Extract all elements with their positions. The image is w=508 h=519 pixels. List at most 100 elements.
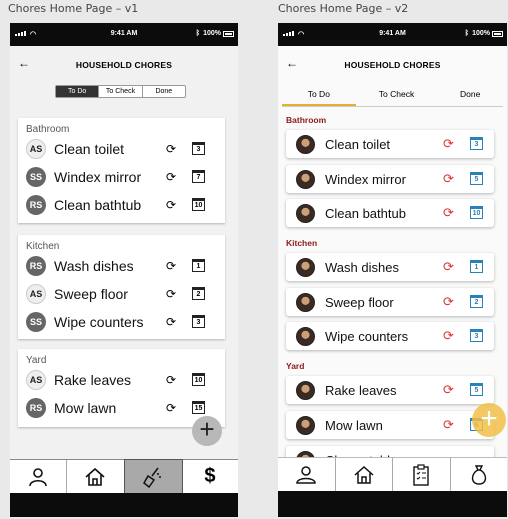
artboard-label-v2: Chores Home Page – v2 bbox=[278, 2, 409, 15]
calendar-icon[interactable]: 10 bbox=[192, 373, 205, 386]
chore-row[interactable]: RS Clean bathtub ⟳ 10 bbox=[18, 192, 225, 220]
segment-to-check[interactable]: To Check bbox=[99, 86, 143, 97]
clipboard-icon bbox=[413, 463, 429, 486]
repeat-icon[interactable]: ⟳ bbox=[166, 373, 176, 387]
nav-money[interactable] bbox=[451, 458, 508, 491]
repeat-icon[interactable]: ⟳ bbox=[166, 287, 176, 301]
calendar-icon[interactable]: 3 bbox=[470, 137, 483, 150]
add-chore-button[interactable]: + bbox=[472, 403, 506, 437]
chore-row[interactable]: RS Mow lawn ⟳ 15 bbox=[18, 395, 225, 423]
chore-row[interactable]: AS Rake leaves ⟳ 10 bbox=[18, 367, 225, 395]
nav-profile[interactable] bbox=[10, 460, 68, 493]
calendar-icon[interactable]: 3 bbox=[470, 329, 483, 342]
repeat-icon[interactable]: ⟳ bbox=[443, 294, 454, 310]
repeat-icon[interactable]: ⟳ bbox=[443, 259, 454, 275]
assignee-avatar: AS bbox=[26, 370, 46, 390]
repeat-icon[interactable]: ⟳ bbox=[166, 170, 176, 184]
segment-to-do[interactable]: To Do bbox=[56, 86, 100, 97]
chore-row[interactable]: SS Wipe counters ⟳ 3 bbox=[18, 309, 225, 337]
chore-name: Wash dishes bbox=[325, 260, 399, 275]
calendar-icon[interactable]: 1 bbox=[192, 259, 205, 272]
calendar-icon[interactable]: 7 bbox=[192, 170, 205, 183]
chore-card[interactable]: Windex mirror ⟳ 5 bbox=[286, 165, 494, 193]
chore-row[interactable]: AS Sweep floor ⟳ 2 bbox=[18, 281, 225, 309]
repeat-icon[interactable]: ⟳ bbox=[443, 171, 454, 187]
chore-card[interactable]: Clean bathtub ⟳ 10 bbox=[286, 199, 494, 227]
segment-done[interactable]: Done bbox=[143, 86, 185, 97]
calendar-icon[interactable]: 5 bbox=[470, 172, 483, 185]
calendar-icon[interactable]: 10 bbox=[192, 198, 205, 211]
repeat-icon[interactable]: ⟳ bbox=[443, 382, 454, 398]
add-chore-button[interactable]: + bbox=[192, 416, 222, 446]
repeat-icon[interactable]: ⟳ bbox=[443, 205, 454, 221]
repeat-icon[interactable]: ⟳ bbox=[166, 198, 176, 212]
chore-name: Clean toilet bbox=[54, 141, 125, 157]
tab-to-check[interactable]: To Check bbox=[360, 86, 434, 106]
chore-row[interactable]: RS Wash dishes ⟳ 1 bbox=[18, 253, 225, 281]
nav-home[interactable] bbox=[67, 460, 125, 493]
chore-name: Wash dishes bbox=[54, 258, 134, 274]
battery-percent: 100% bbox=[203, 30, 221, 37]
status-tabs: To Do To Check Done bbox=[278, 86, 507, 106]
calendar-icon[interactable]: 10 bbox=[470, 206, 483, 219]
tab-to-do[interactable]: To Do bbox=[282, 86, 356, 106]
chore-row[interactable]: SS Windex mirror ⟳ 7 bbox=[18, 164, 225, 192]
category-label-kitchen: Kitchen bbox=[286, 238, 318, 248]
chore-name: Mow lawn bbox=[325, 418, 383, 433]
nav-chores[interactable] bbox=[123, 459, 183, 494]
calendar-icon[interactable]: 1 bbox=[470, 260, 483, 273]
calendar-icon[interactable]: 2 bbox=[192, 287, 205, 300]
chore-name: Sweep floor bbox=[54, 286, 128, 302]
nav-money[interactable]: $ bbox=[182, 460, 238, 493]
home-icon bbox=[85, 467, 105, 486]
chore-card[interactable]: Rake leaves ⟳ 5 bbox=[286, 376, 494, 404]
assignee-avatar bbox=[296, 327, 315, 346]
repeat-icon[interactable]: ⟳ bbox=[166, 401, 176, 415]
home-indicator-bar bbox=[278, 491, 507, 517]
repeat-icon[interactable]: ⟳ bbox=[166, 259, 176, 273]
tab-done[interactable]: Done bbox=[433, 86, 507, 106]
assignee-avatar: RS bbox=[26, 195, 46, 215]
status-bar: ◠ 9:41 AM ᛒ 100% bbox=[10, 23, 238, 46]
nav-chores[interactable] bbox=[393, 458, 451, 491]
calendar-icon[interactable]: 3 bbox=[192, 142, 205, 155]
calendar-icon[interactable]: 2 bbox=[470, 295, 483, 308]
assignee-avatar: RS bbox=[26, 256, 46, 276]
nav-home[interactable] bbox=[336, 458, 393, 491]
page-title: HOUSEHOLD CHORES bbox=[75, 60, 173, 70]
chore-card[interactable]: Wipe counters ⟳ 3 bbox=[286, 322, 494, 350]
chore-name: Windex mirror bbox=[325, 172, 406, 187]
chore-name: Clean toilet bbox=[325, 137, 391, 152]
assignee-avatar bbox=[296, 293, 315, 312]
repeat-icon[interactable]: ⟳ bbox=[166, 142, 176, 156]
bottom-nav bbox=[278, 457, 507, 491]
bottom-nav: $ bbox=[10, 459, 238, 494]
chore-name: Clean bathtub bbox=[325, 206, 406, 221]
chore-card[interactable]: Mow lawn ⟳ 6 bbox=[286, 411, 494, 439]
repeat-icon[interactable]: ⟳ bbox=[166, 315, 176, 329]
header: ← HOUSEHOLD CHORES bbox=[278, 46, 507, 84]
repeat-icon[interactable]: ⟳ bbox=[443, 328, 454, 344]
repeat-icon[interactable]: ⟳ bbox=[443, 136, 454, 152]
nav-profile[interactable] bbox=[278, 458, 336, 491]
header: ← HOUSEHOLD CHORES bbox=[10, 46, 238, 84]
broom-icon bbox=[142, 467, 161, 488]
chore-row[interactable]: AS Clean toilet ⟳ 3 bbox=[18, 136, 225, 164]
category-label-yard: Yard bbox=[286, 361, 305, 371]
chore-card[interactable]: Sweep floor ⟳ 2 bbox=[286, 288, 494, 316]
calendar-icon[interactable]: 15 bbox=[192, 401, 205, 414]
chore-card[interactable]: Clean toilet ⟳ 3 bbox=[286, 130, 494, 158]
assignee-avatar: SS bbox=[26, 312, 46, 332]
battery-icon bbox=[223, 31, 234, 37]
page-title: HOUSEHOLD CHORES bbox=[344, 60, 441, 70]
calendar-icon[interactable]: 3 bbox=[192, 315, 205, 328]
chore-card[interactable]: Wash dishes ⟳ 1 bbox=[286, 253, 494, 281]
category-card-kitchen: Kitchen RS Wash dishes ⟳ 1 AS Sweep floo… bbox=[18, 235, 225, 339]
assignee-avatar bbox=[296, 135, 315, 154]
phone-v1: ◠ 9:41 AM ᛒ 100% ← HOUSEHOLD CHORES To D… bbox=[10, 23, 238, 517]
assignee-avatar bbox=[296, 170, 315, 189]
calendar-icon[interactable]: 5 bbox=[470, 383, 483, 396]
chore-name: Wipe counters bbox=[54, 314, 144, 330]
repeat-icon[interactable]: ⟳ bbox=[443, 417, 454, 433]
money-bag-icon bbox=[471, 464, 486, 485]
